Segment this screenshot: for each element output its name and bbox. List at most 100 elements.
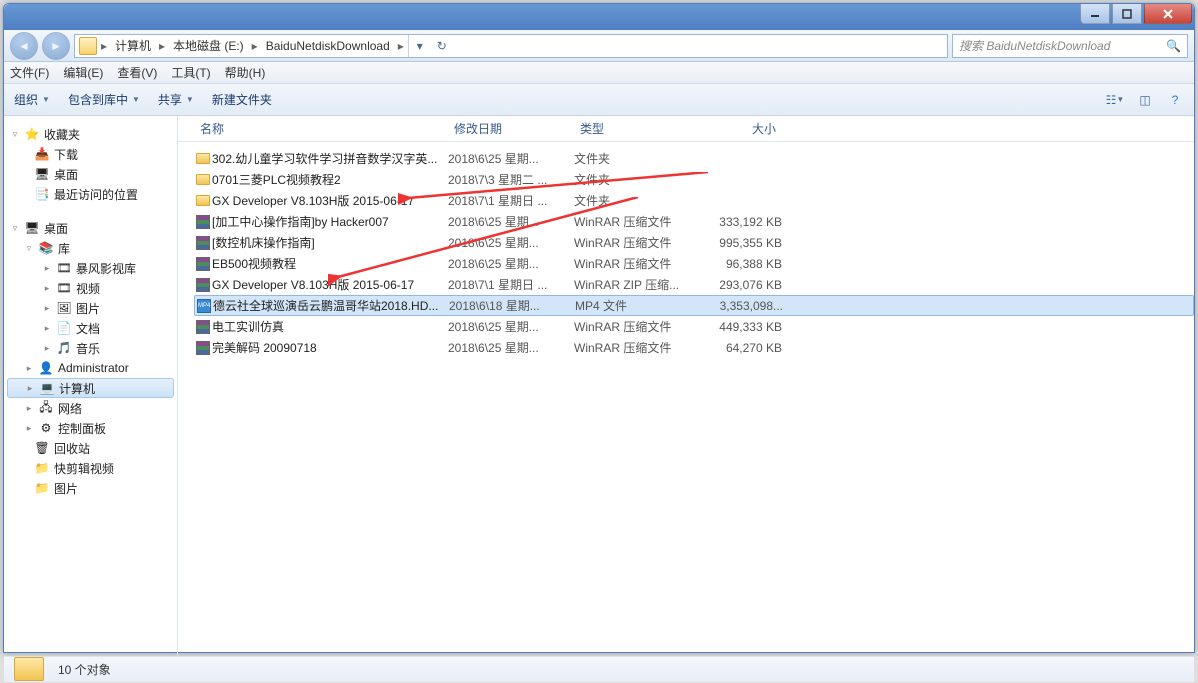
archive-icon	[194, 340, 212, 356]
search-icon[interactable]: 🔍	[1166, 39, 1181, 53]
content-area: ▿⭐收藏夹 📥下载 🖥桌面 📑最近访问的位置 ▿🖥桌面 ▿📚库 ▸🎞暴风影视库 …	[4, 116, 1194, 656]
file-type: WinRAR 压缩文件	[574, 234, 692, 251]
file-size: 333,192 KB	[692, 215, 782, 229]
sidebar-desktop[interactable]: 🖥桌面	[4, 164, 177, 184]
share-button[interactable]: 共享▼	[158, 91, 194, 108]
file-row[interactable]: GX Developer V8.103H版 2015-06-172018\7\1…	[194, 274, 1194, 295]
search-placeholder: 搜索 BaiduNetdiskDownload	[959, 37, 1110, 54]
archive-icon	[194, 319, 212, 335]
col-type[interactable]: 类型	[574, 120, 692, 137]
menu-view[interactable]: 查看(V)	[117, 64, 157, 81]
file-row[interactable]: 电工实训仿真2018\6\25 星期...WinRAR 压缩文件449,333 …	[194, 316, 1194, 337]
history-dropdown[interactable]: ▾	[409, 35, 431, 57]
address-bar[interactable]: ▸ 计算机 ▸ 本地磁盘 (E:) ▸ BaiduNetdiskDownload…	[74, 34, 948, 58]
col-date[interactable]: 修改日期	[448, 120, 574, 137]
file-row[interactable]: MP4德云社全球巡演岳云鹏温哥华站2018.HD...2018\6\18 星期.…	[194, 295, 1194, 316]
sidebar-item[interactable]: ▸🖼图片	[4, 298, 177, 318]
sidebar-item[interactable]: ▸🎞暴风影视库	[4, 258, 177, 278]
column-headers: 名称 修改日期 类型 大小	[178, 116, 1194, 142]
include-button[interactable]: 包含到库中▼	[68, 91, 140, 108]
breadcrumb-segment[interactable]: 本地磁盘 (E:)	[169, 37, 248, 54]
sidebar-recycle[interactable]: 🗑回收站	[4, 438, 177, 458]
sidebar-item[interactable]: ▸📄文档	[4, 318, 177, 338]
chevron-right-icon[interactable]: ▸	[396, 39, 406, 53]
file-row[interactable]: 0701三菱PLC视频教程22018\7\3 星期二 ...文件夹	[194, 169, 1194, 190]
file-date: 2018\6\25 星期...	[448, 234, 574, 251]
sidebar-item[interactable]: 📁图片	[4, 478, 177, 498]
folder-icon	[14, 657, 46, 683]
col-size[interactable]: 大小	[692, 120, 782, 137]
chevron-down-icon: ▼	[186, 95, 194, 104]
chevron-right-icon[interactable]: ▸	[250, 39, 260, 53]
breadcrumb-segment[interactable]: BaiduNetdiskDownload	[262, 39, 394, 53]
file-name: GX Developer V8.103H版 2015-06-17	[212, 192, 448, 209]
file-date: 2018\6\25 星期...	[448, 339, 574, 356]
maximize-button[interactable]	[1112, 4, 1142, 24]
file-size: 3,353,098...	[693, 299, 783, 313]
preview-pane-button[interactable]: ◫	[1136, 92, 1154, 108]
navbar: ◄ ► ▸ 计算机 ▸ 本地磁盘 (E:) ▸ BaiduNetdiskDown…	[4, 30, 1194, 62]
sidebar-cpanel[interactable]: ▸⚙控制面板	[4, 418, 177, 438]
sidebar-admin[interactable]: ▸👤Administrator	[4, 358, 177, 378]
sidebar-libraries[interactable]: ▿📚库	[4, 238, 177, 258]
user-icon: 👤	[38, 360, 54, 376]
image-icon: 🖼	[56, 300, 72, 316]
breadcrumb-segment[interactable]: 计算机	[111, 37, 155, 54]
sidebar-computer[interactable]: ▸💻计算机	[7, 378, 174, 398]
file-type: 文件夹	[574, 192, 692, 209]
chevron-right-icon[interactable]: ▸	[157, 39, 167, 53]
help-button[interactable]: ?	[1166, 92, 1184, 108]
file-name: GX Developer V8.103H版 2015-06-17	[212, 276, 448, 293]
sidebar-downloads[interactable]: 📥下载	[4, 144, 177, 164]
archive-icon	[194, 214, 212, 230]
menu-file[interactable]: 文件(F)	[10, 64, 49, 81]
menu-tools[interactable]: 工具(T)	[171, 64, 210, 81]
sidebar-item[interactable]: ▸🎵音乐	[4, 338, 177, 358]
file-row[interactable]: GX Developer V8.103H版 2015-06-172018\7\1…	[194, 190, 1194, 211]
status-bar: 10 个对象	[4, 656, 1194, 682]
file-row[interactable]: EB500视频教程2018\6\25 星期...WinRAR 压缩文件96,38…	[194, 253, 1194, 274]
menu-help[interactable]: 帮助(H)	[225, 64, 266, 81]
sidebar-item[interactable]: ▸🎞视频	[4, 278, 177, 298]
sidebar-favorites[interactable]: ▿⭐收藏夹	[4, 124, 177, 144]
minimize-button[interactable]	[1080, 4, 1110, 24]
file-row[interactable]: 完美解码 200907182018\6\25 星期...WinRAR 压缩文件6…	[194, 337, 1194, 358]
file-type: WinRAR 压缩文件	[574, 318, 692, 335]
forward-button[interactable]: ►	[42, 32, 70, 60]
music-icon: 🎵	[56, 340, 72, 356]
view-button[interactable]: ☷ ▼	[1106, 92, 1124, 108]
col-name[interactable]: 名称	[194, 120, 448, 137]
video-icon: 🎞	[56, 260, 72, 276]
back-button[interactable]: ◄	[10, 32, 38, 60]
refresh-button[interactable]: ↻	[431, 35, 453, 57]
desktop-icon: 🖥	[34, 166, 50, 182]
sidebar-desktop-root[interactable]: ▿🖥桌面	[4, 218, 177, 238]
close-button[interactable]	[1144, 4, 1192, 24]
network-icon: 🖧	[38, 400, 54, 416]
download-icon: 📥	[34, 146, 50, 162]
file-row[interactable]: [加工中心操作指南]by Hacker0072018\6\25 星期...Win…	[194, 211, 1194, 232]
sidebar-recent[interactable]: 📑最近访问的位置	[4, 184, 177, 204]
new-folder-button[interactable]: 新建文件夹	[212, 91, 272, 108]
explorer-window: ◄ ► ▸ 计算机 ▸ 本地磁盘 (E:) ▸ BaiduNetdiskDown…	[3, 3, 1195, 653]
archive-icon	[194, 235, 212, 251]
file-type: 文件夹	[574, 150, 692, 167]
sidebar-item[interactable]: 📁快剪辑视频	[4, 458, 177, 478]
document-icon: 📄	[56, 320, 72, 336]
file-type: MP4 文件	[575, 297, 693, 314]
titlebar[interactable]	[4, 4, 1194, 30]
sidebar-network[interactable]: ▸🖧网络	[4, 398, 177, 418]
folder-icon	[194, 151, 212, 167]
chevron-right-icon[interactable]: ▸	[99, 39, 109, 53]
file-type: WinRAR ZIP 压缩...	[574, 276, 692, 293]
file-date: 2018\6\18 星期...	[449, 297, 575, 314]
file-row[interactable]: [数控机床操作指南]2018\6\25 星期...WinRAR 压缩文件995,…	[194, 232, 1194, 253]
file-date: 2018\6\25 星期...	[448, 213, 574, 230]
file-size: 64,270 KB	[692, 341, 782, 355]
menu-edit[interactable]: 编辑(E)	[63, 64, 103, 81]
file-row[interactable]: 302.幼儿童学习软件学习拼音数学汉字英...2018\6\25 星期...文件…	[194, 148, 1194, 169]
folder-icon	[194, 193, 212, 209]
file-date: 2018\6\25 星期...	[448, 255, 574, 272]
organize-button[interactable]: 组织▼	[14, 91, 50, 108]
search-input[interactable]: 搜索 BaiduNetdiskDownload 🔍	[952, 34, 1188, 58]
